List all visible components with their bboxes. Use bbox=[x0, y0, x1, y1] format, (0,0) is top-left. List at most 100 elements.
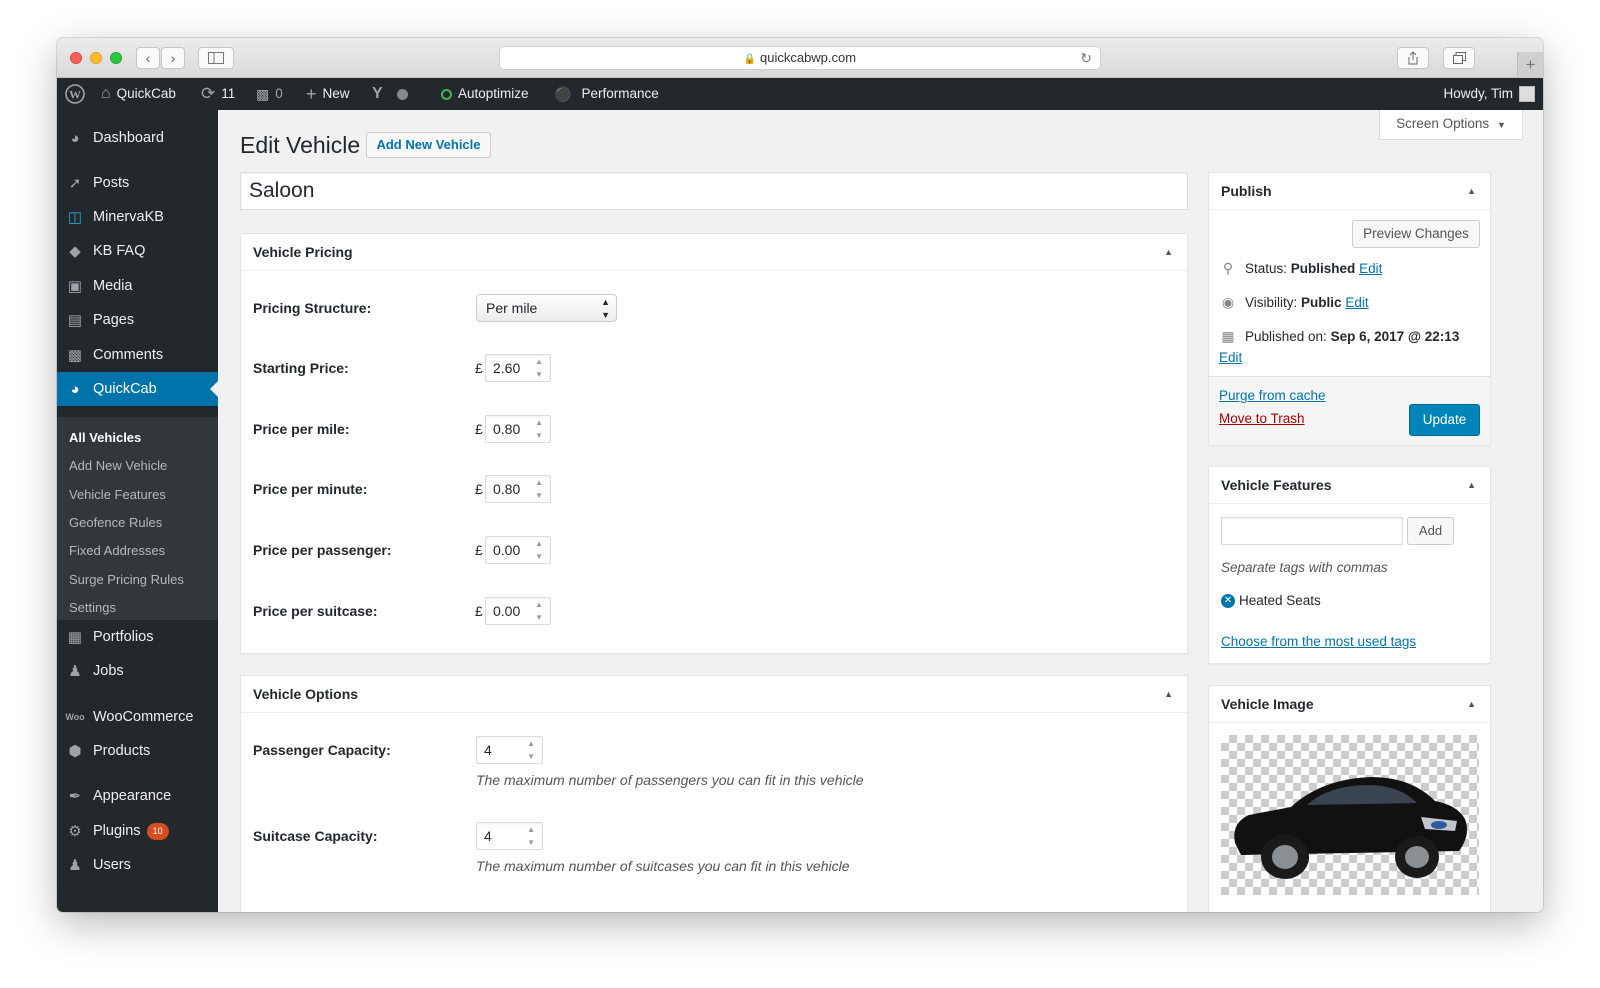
box-title: Publish bbox=[1221, 183, 1272, 199]
vehicle-image-thumbnail[interactable] bbox=[1221, 735, 1479, 895]
screen-options-button[interactable]: Screen Options ▼ bbox=[1379, 110, 1523, 140]
box-title: Vehicle Options bbox=[253, 686, 359, 702]
svg-text:W: W bbox=[69, 88, 81, 102]
wp-logo-menu[interactable]: W bbox=[65, 78, 85, 110]
menu-products[interactable]: ⬢ Products bbox=[57, 734, 218, 768]
passenger-capacity-input[interactable]: 4 ▲ ▼ bbox=[476, 736, 543, 764]
box-title: Vehicle Features bbox=[1221, 477, 1332, 493]
menu-minervakb[interactable]: ◫ MinervaKB bbox=[57, 200, 218, 234]
submenu-surge-pricing-rules[interactable]: Surge Pricing Rules bbox=[69, 572, 184, 587]
stepper-icon[interactable]: ▲ ▼ bbox=[527, 823, 535, 849]
collapse-triangle-icon[interactable]: ▲ bbox=[1467, 186, 1476, 196]
submenu-fixed-addresses[interactable]: Fixed Addresses bbox=[69, 543, 165, 558]
stepper-icon[interactable]: ▲ ▼ bbox=[527, 737, 535, 763]
menu-quickcab[interactable]: ◕ QuickCab bbox=[57, 372, 218, 406]
menu-jobs[interactable]: ♟ Jobs bbox=[57, 654, 218, 688]
vehicle-image-header[interactable]: Vehicle Image ▲ bbox=[1209, 686, 1490, 723]
publish-box: Publish ▲ Preview Changes ⚲ Status: Publ… bbox=[1208, 172, 1491, 446]
autoptimize-menu[interactable]: Autoptimize bbox=[441, 78, 529, 110]
menu-kb-faq[interactable]: ◆ KB FAQ bbox=[57, 234, 218, 268]
forward-button[interactable]: › bbox=[161, 47, 185, 69]
edit-date-link[interactable]: Edit bbox=[1219, 350, 1242, 365]
vehicle-pricing-box: Vehicle Pricing ▲ Pricing Structure: Per… bbox=[240, 233, 1188, 654]
minimize-window-button[interactable] bbox=[90, 52, 102, 64]
passenger-capacity-description: The maximum number of passengers you can… bbox=[476, 772, 864, 788]
comments-menu[interactable]: ▩ 0 bbox=[256, 78, 283, 110]
updates-menu[interactable]: ⟳ 11 bbox=[201, 78, 235, 110]
performance-label: Performance bbox=[581, 86, 659, 101]
submenu-add-new-vehicle[interactable]: Add New Vehicle bbox=[69, 458, 167, 473]
price-per-passenger-input[interactable]: 0.00 ▲ ▼ bbox=[485, 536, 551, 564]
add-new-vehicle-button[interactable]: Add New Vehicle bbox=[366, 132, 491, 158]
sidebar-toggle-button[interactable] bbox=[198, 47, 234, 69]
menu-media[interactable]: ▣ Media bbox=[57, 269, 218, 303]
stepper-icon[interactable]: ▲ ▼ bbox=[535, 476, 543, 502]
menu-portfolios[interactable]: ▦ Portfolios bbox=[57, 620, 218, 654]
starting-price-label: Starting Price: bbox=[253, 360, 349, 376]
pricing-structure-select[interactable]: Per mile ▲ ▼ bbox=[476, 294, 617, 322]
close-window-button[interactable] bbox=[70, 52, 82, 64]
submenu-geofence-rules[interactable]: Geofence Rules bbox=[69, 515, 162, 530]
collapse-triangle-icon[interactable]: ▲ bbox=[1164, 247, 1173, 257]
menu-plugins[interactable]: ⚙ Plugins 10 bbox=[57, 814, 218, 848]
menu-users[interactable]: ♟ Users bbox=[57, 848, 218, 882]
stepper-icon[interactable]: ▲ ▼ bbox=[535, 355, 543, 381]
share-button[interactable] bbox=[1397, 47, 1429, 69]
submenu-all-vehicles[interactable]: All Vehicles bbox=[69, 430, 141, 445]
vehicle-pricing-header[interactable]: Vehicle Pricing ▲ bbox=[241, 234, 1187, 271]
chevron-left-icon: ‹ bbox=[145, 50, 151, 66]
vehicle-options-header[interactable]: Vehicle Options ▲ bbox=[241, 676, 1187, 713]
menu-label: WooCommerce bbox=[93, 709, 194, 725]
remove-tag-icon[interactable]: ✕ bbox=[1221, 593, 1235, 608]
menu-appearance[interactable]: ✒ Appearance bbox=[57, 779, 218, 813]
publish-header[interactable]: Publish ▲ bbox=[1209, 173, 1490, 210]
collapse-triangle-icon[interactable]: ▲ bbox=[1467, 699, 1476, 709]
menu-pages[interactable]: ▤ Pages bbox=[57, 303, 218, 337]
site-name-menu[interactable]: ⌂ QuickCab bbox=[101, 78, 176, 110]
published-label: Published on: bbox=[1245, 329, 1327, 344]
preview-changes-button[interactable]: Preview Changes bbox=[1352, 220, 1480, 248]
yoast-menu[interactable]: Y bbox=[372, 78, 408, 110]
menu-woocommerce[interactable]: Woo WooCommerce bbox=[57, 700, 218, 734]
edit-visibility-link[interactable]: Edit bbox=[1345, 295, 1368, 310]
menu-posts[interactable]: ➚ Posts bbox=[57, 166, 218, 200]
stepper-icon[interactable]: ▲ ▼ bbox=[535, 598, 543, 624]
new-tag-input[interactable] bbox=[1221, 517, 1403, 545]
price-per-mile-input[interactable]: 0.80 ▲ ▼ bbox=[485, 415, 551, 443]
price-per-suitcase-input[interactable]: 0.00 ▲ ▼ bbox=[485, 597, 551, 625]
stepper-icon[interactable]: ▲ ▼ bbox=[535, 416, 543, 442]
new-tab-button[interactable]: + bbox=[1517, 52, 1543, 78]
tabs-overview-button[interactable] bbox=[1443, 47, 1475, 69]
library-icon: ◫ bbox=[67, 209, 83, 226]
edit-status-link[interactable]: Edit bbox=[1359, 261, 1382, 276]
update-button[interactable]: Update bbox=[1409, 404, 1480, 436]
zoom-window-button[interactable] bbox=[110, 52, 122, 64]
quickcab-submenu: All Vehicles Add New Vehicle Vehicle Fea… bbox=[57, 417, 218, 620]
submenu-vehicle-features[interactable]: Vehicle Features bbox=[69, 487, 166, 502]
stepper-icon[interactable]: ▲ ▼ bbox=[535, 537, 543, 563]
choose-most-used-tags-link[interactable]: Choose from the most used tags bbox=[1221, 634, 1416, 649]
add-tag-button[interactable]: Add bbox=[1407, 517, 1454, 545]
price-per-minute-input[interactable]: 0.80 ▲ ▼ bbox=[485, 475, 551, 503]
address-bar[interactable]: 🔒 quickcabwp.com ↻ bbox=[499, 46, 1101, 70]
new-content-menu[interactable]: + New bbox=[306, 78, 350, 110]
move-to-trash-link[interactable]: Move to Trash bbox=[1219, 411, 1305, 426]
starting-price-input[interactable]: 2.60 ▲ ▼ bbox=[485, 354, 551, 382]
collapse-triangle-icon[interactable]: ▲ bbox=[1467, 480, 1476, 490]
menu-comments[interactable]: ▩ Comments bbox=[57, 338, 218, 372]
performance-menu[interactable]: ⚫ Performance bbox=[554, 78, 659, 110]
reload-icon[interactable]: ↻ bbox=[1080, 47, 1092, 69]
account-menu[interactable]: Howdy, Tim bbox=[1443, 78, 1535, 110]
plug-icon: ⚙ bbox=[68, 823, 82, 840]
menu-dashboard[interactable]: ◕ Dashboard bbox=[57, 121, 218, 155]
post-title-input[interactable]: Saloon bbox=[240, 172, 1188, 210]
vehicle-features-header[interactable]: Vehicle Features ▲ bbox=[1209, 467, 1490, 504]
submenu-settings[interactable]: Settings bbox=[69, 600, 116, 615]
menu-label: Plugins bbox=[93, 823, 141, 839]
pin-icon: ⚲ bbox=[1222, 260, 1234, 276]
back-button[interactable]: ‹ bbox=[136, 47, 160, 69]
suitcase-capacity-input[interactable]: 4 ▲ ▼ bbox=[476, 822, 543, 850]
currency-symbol: £ bbox=[475, 421, 483, 437]
purge-cache-link[interactable]: Purge from cache bbox=[1219, 388, 1326, 403]
collapse-triangle-icon[interactable]: ▲ bbox=[1164, 689, 1173, 699]
